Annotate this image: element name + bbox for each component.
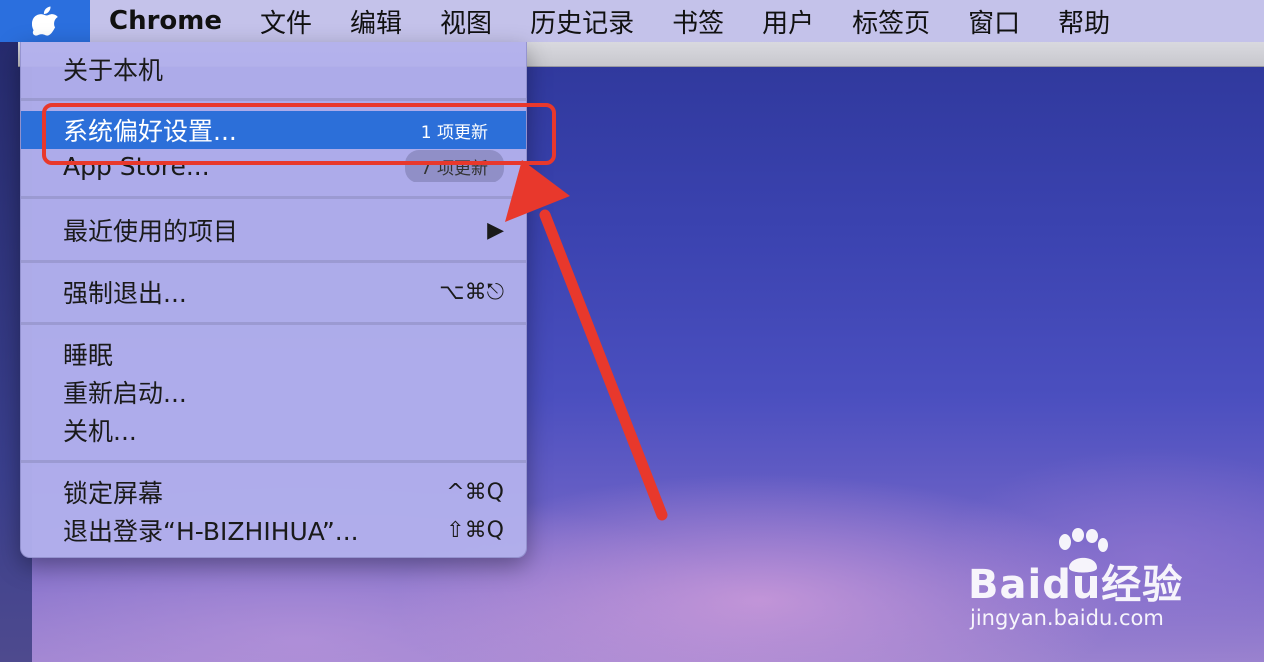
watermark-logo: Baidu经验 (968, 562, 1184, 608)
baidu-watermark: Baidu经验 jingyan.baidu.com (968, 528, 1228, 638)
watermark-url: jingyan.baidu.com (970, 606, 1164, 630)
